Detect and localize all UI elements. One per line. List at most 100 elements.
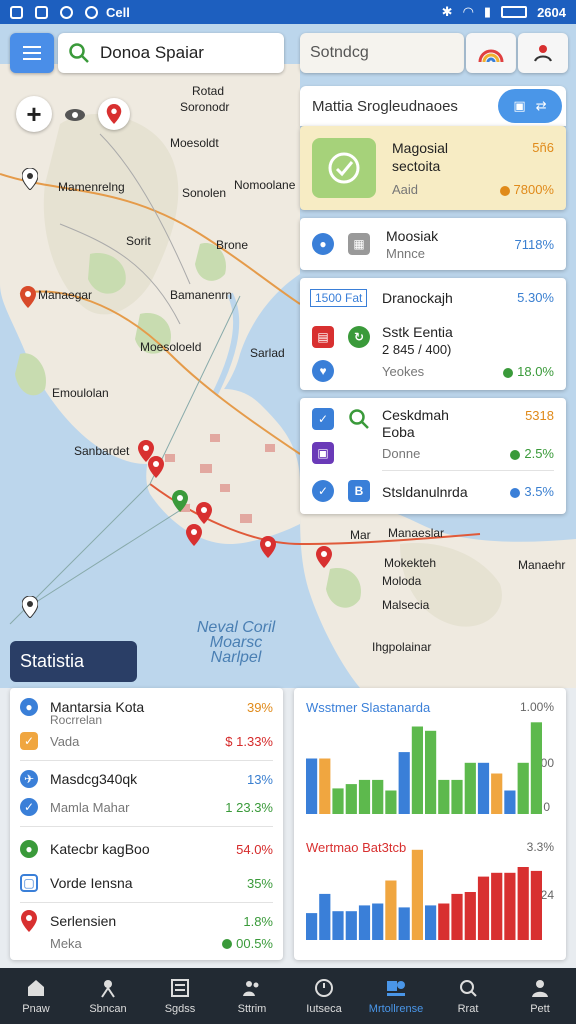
bar-chart-2 [306, 849, 542, 940]
chart-bar [306, 913, 318, 940]
chart-bar [530, 722, 542, 814]
map-pin-icon[interactable] [20, 286, 36, 308]
nav-profile[interactable]: Pett [504, 968, 576, 1024]
map-label: Moloda [382, 574, 422, 588]
map-label: Sanbardet [74, 444, 130, 458]
stats-title: Statistia [10, 641, 137, 682]
map-pin-icon[interactable] [316, 546, 332, 568]
nav-search[interactable]: Sbncan [72, 968, 144, 1024]
check-icon: ✓ [20, 798, 38, 816]
divider [20, 826, 273, 827]
chart-bar [491, 773, 503, 814]
battery-icon [501, 6, 528, 18]
nav-clock[interactable]: Iutseca [288, 968, 360, 1024]
location-button[interactable] [518, 33, 568, 73]
chart-bar [411, 726, 423, 814]
plus-icon: + [26, 98, 42, 129]
gps-icon [65, 109, 85, 121]
card-row-value: 5318 [525, 408, 554, 423]
notification-icons [10, 5, 98, 19]
map-pin-icon[interactable] [22, 168, 38, 190]
map-pin-icon[interactable] [148, 456, 164, 478]
menu-button[interactable] [10, 33, 54, 73]
featured-card[interactable]: Magosial sectoita Aaid 5ñ6 7800% [300, 126, 566, 210]
card-name: Moosiak [386, 228, 439, 244]
status-clock: 2604 [537, 4, 566, 20]
notification-icon [10, 5, 23, 19]
chart-tick-label: 24 [540, 888, 554, 902]
layers-button[interactable] [466, 33, 516, 73]
bookmark-icon: B [348, 480, 370, 502]
list-item[interactable]: ▢ Vorde Iensna 35% [10, 872, 283, 894]
chart-card: Wsstmer Slastanarda 1.00% 00 0 Wertmao B… [294, 688, 566, 960]
featured-value2: 7800% [499, 182, 554, 197]
panel-title: Mattia Srogleudnaoes [312, 97, 458, 115]
secondary-search[interactable]: Sotndcg [300, 33, 464, 73]
image-icon[interactable]: ▣ [513, 98, 525, 114]
chart-bar [438, 903, 450, 940]
people-icon [243, 981, 259, 996]
chart-bar [319, 758, 331, 814]
search-input[interactable]: Donoa Spaiar [100, 43, 204, 63]
map-label: Mamenrelng [58, 180, 125, 194]
zoom-in-button[interactable]: + [16, 96, 52, 132]
search-bar[interactable]: Donoa Spaiar [58, 33, 284, 73]
map-label: Soronodr [180, 100, 230, 114]
map-pin-icon[interactable] [186, 524, 202, 546]
list-item[interactable]: ✓ Vada $ 1.33% [10, 730, 283, 752]
list-item[interactable]: Serlensien 1.8% [10, 910, 283, 932]
nav-dashboard[interactable]: Mrtollrense [360, 968, 432, 1024]
marker-button[interactable] [98, 98, 130, 130]
chart-bar [332, 788, 344, 814]
bottom-nav: Pnaw Sbncan Sgdss Sttrim Iutseca Mrtollr… [0, 968, 576, 1024]
nav-list[interactable]: Sgdss [144, 968, 216, 1024]
list-icon [171, 979, 189, 997]
summary-card[interactable]: ✓ Ceskdmah Eoba 5318 ▣ Donne 2.5% ✓ B St… [300, 398, 566, 514]
share-icon[interactable]: ⇄ [536, 98, 547, 114]
card-row-sub: Eoba [382, 424, 415, 440]
signal-icon: ▮ [483, 4, 492, 19]
featured-extra: Aaid [392, 182, 419, 197]
map-pin-icon[interactable] [172, 490, 188, 512]
list-item[interactable]: ● Katecbr kagBoo 54.0% [10, 838, 283, 860]
panel-actions[interactable]: ▣ ⇄ [498, 89, 562, 123]
card-tag: 1500 Fat [310, 289, 368, 307]
chart-bar [372, 903, 384, 940]
chart-bar [451, 893, 463, 940]
document-icon: ▤ [312, 326, 334, 348]
map-label: Moesoldt [170, 136, 219, 150]
list-item[interactable]: ✈ Masdcg340qk 13% [10, 768, 283, 790]
map-label: Sarlad [250, 346, 285, 360]
chart-bar [438, 779, 450, 814]
nav-explore[interactable]: Rrat [432, 968, 504, 1024]
plane-icon: ✈ [20, 770, 38, 788]
map-pin-icon[interactable] [260, 536, 276, 558]
detail-card[interactable]: 1500 Fat Dranockajh 5.30% ▤ ↻ Sstk Eenti… [300, 278, 566, 390]
status-bar: Cell ✱ ◠ ▮ 2604 [0, 0, 576, 24]
nav-home[interactable]: Pnaw [0, 968, 72, 1024]
chart-tick-label: 00 [540, 756, 554, 770]
map-label: Manaehr [518, 558, 566, 572]
list-item[interactable]: Meka 00.5% [10, 932, 283, 954]
map-label: Emoulolan [52, 386, 109, 400]
list-item[interactable]: ✓ Mamla Mahar 1 23.3% [10, 796, 283, 818]
shield-icon: ✓ [312, 480, 334, 502]
chart-bar [504, 790, 516, 814]
map-pin-icon[interactable] [22, 596, 38, 618]
card-row-value: 2.5% [510, 446, 554, 461]
map-label: Rotad [192, 84, 225, 98]
map-label: Bamanenrn [170, 288, 233, 302]
calendar-icon: ▢ [20, 874, 38, 892]
list-item-sub: Rocrrelan [50, 713, 103, 727]
chart-bar [517, 762, 529, 814]
chart-bar [451, 779, 463, 814]
gps-button[interactable] [60, 100, 90, 130]
card-row-name: Ceskdmah [382, 407, 449, 423]
chart-bar [398, 752, 410, 814]
map-pin-icon[interactable] [196, 502, 212, 524]
card-row-value: 3.5% [510, 484, 554, 499]
check-icon: ✓ [312, 408, 334, 430]
info-card[interactable]: ● ▦ Moosiak Mnnce 7118% [300, 218, 566, 270]
featured-value: 5ñ6 [532, 140, 554, 155]
nav-people[interactable]: Sttrim [216, 968, 288, 1024]
